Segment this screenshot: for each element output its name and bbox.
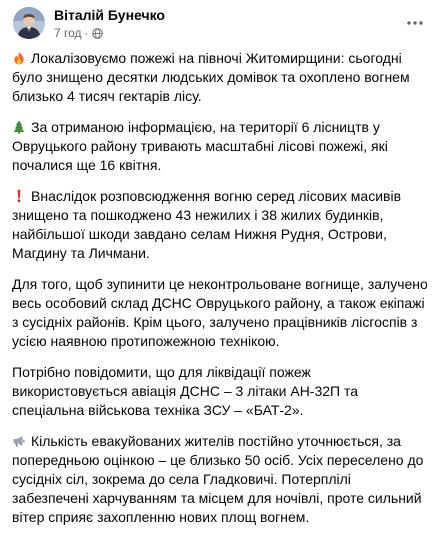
more-options-button[interactable] [404, 12, 426, 34]
post-paragraph: Внаслідок розповсюдження вогню серед ліс… [12, 187, 428, 263]
globe-privacy-icon[interactable] [91, 27, 103, 39]
post-body: Локалізовуємо пожежі на півночі Житомирщ… [12, 49, 428, 539]
paragraph-text: Кількість евакуйованих жителів постійно … [12, 433, 424, 525]
post-paragraph: Для того, щоб зупинити це неконтрольован… [12, 275, 428, 351]
post-paragraph: Потрібно повідомити, що для ліквідації п… [12, 363, 428, 420]
post-paragraph: Кількість евакуйованих жителів постійно … [12, 432, 428, 527]
post-meta: 7 год · [54, 25, 103, 41]
paragraph-text: Для того, щоб зупинити це неконтрольован… [12, 276, 428, 349]
post-timestamp[interactable]: 7 год [54, 25, 82, 41]
author-name[interactable]: Віталій Бунечко [54, 6, 165, 24]
post-header: Віталій Бунечко 7 год · [0, 0, 438, 44]
facebook-post: Віталій Бунечко 7 год · Локалізовуємо по… [0, 0, 438, 525]
exclamation-emoji-icon [17, 189, 21, 203]
evergreen-tree-emoji-icon [13, 120, 25, 134]
meta-separator: · [84, 26, 89, 40]
author-avatar[interactable] [13, 7, 45, 39]
more-options-icon [407, 21, 423, 25]
post-paragraph: Локалізовуємо пожежі на півночі Житомирщ… [12, 49, 428, 106]
fire-emoji-icon [14, 51, 24, 65]
megaphone-emoji-icon [13, 436, 25, 447]
paragraph-text: Потрібно повідомити, що для ліквідації п… [12, 364, 359, 418]
avatar-photo-icon [13, 7, 45, 39]
paragraph-text: Локалізовуємо пожежі на півночі Житомирщ… [12, 50, 410, 104]
paragraph-text: Внаслідок розповсюдження вогню серед ліс… [12, 188, 402, 261]
post-paragraph: За отриманою інформацією, на території 6… [12, 118, 428, 175]
paragraph-text: За отриманою інформацією, на території 6… [12, 119, 388, 173]
